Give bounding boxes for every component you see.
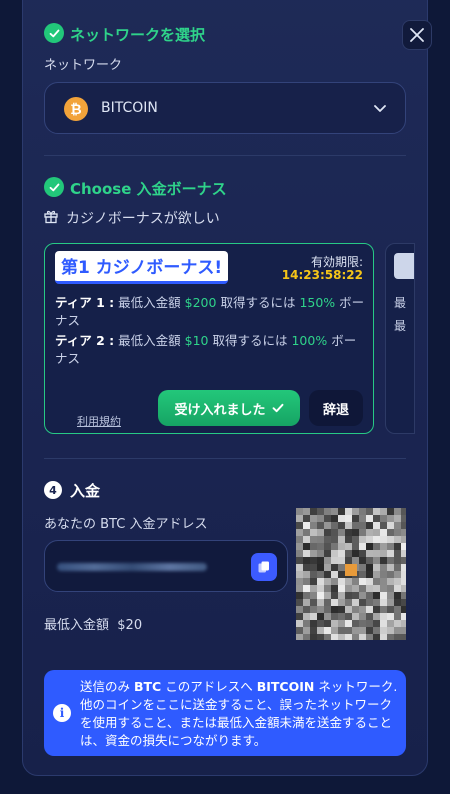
minimum-deposit-label: 最低入金額 $20 [44,618,143,633]
deposit-section-title: 入金 [70,482,101,500]
next-card-text: 最 [394,296,407,310]
bitcoin-icon: ₿ [64,97,88,121]
decline-bonus-button[interactable]: 辞退 [309,390,363,426]
warning-banner: i 送信のみ BTC このアドレスへ BITCOIN ネットワーク. 他のコイン… [44,670,406,756]
close-button[interactable] [402,20,432,50]
bonus-banner: 第1 カジノボーナス! [55,251,229,284]
network-select[interactable]: ₿ BITCOIN [44,82,406,134]
deposit-address-value [57,563,207,571]
terms-link[interactable]: 利用規約 [77,413,121,429]
next-card-text: 最 [394,319,407,333]
gift-icon [44,210,58,224]
deposit-qr-code [296,508,406,640]
accept-bonus-button[interactable]: 受け入れました [158,390,300,426]
expiry-countdown: 14:23:58:22 [281,268,363,282]
checkmark-icon [272,403,283,413]
chevron-down-icon [374,105,386,112]
next-bonus-card[interactable]: 最 最 [385,243,415,434]
network-selected-value: BITCOIN [101,100,158,116]
step-number-badge: 4 [44,481,62,499]
minimum-deposit-value: $20 [117,618,143,633]
bonus-tiers-list[interactable]: ティア 1 : 最低入金額 $200 取得するには 150% ボーナス ティア … [55,294,365,378]
address-label: あなたの BTC 入金アドレス [44,517,208,532]
warning-text: 送信のみ BTC このアドレスへ BITCOIN ネットワーク. 他のコインをこ… [80,679,398,748]
check-circle-icon [44,23,64,43]
check-circle-icon [44,177,64,197]
want-bonus-label: カジノボーナスが欲しい [66,211,220,227]
bonus-card[interactable]: 第1 カジノボーナス! 有効期限: 14:23:58:22 ティア 1 : 最低… [44,243,374,434]
bonus-section-title: Choose 入金ボーナス [70,180,227,198]
bonus-tier: ティア 1 : 最低入金額 $200 取得するには 150% ボーナス [55,295,365,328]
next-card-banner [394,253,414,279]
section-divider [44,155,406,156]
copy-icon [258,561,269,573]
network-section-title: ネットワークを選択 [70,26,206,44]
copy-address-button[interactable] [251,553,277,581]
network-label: ネットワーク [44,58,123,73]
section-divider [44,458,406,459]
bonus-tier: ティア 2 : 最低入金額 $10 取得するには 100% ボーナス [55,333,357,366]
info-icon: i [53,704,71,722]
close-icon [410,28,424,42]
scroll-fade [55,364,365,378]
accept-button-label: 受け入れました [174,402,266,418]
deposit-address-field[interactable] [44,540,288,592]
